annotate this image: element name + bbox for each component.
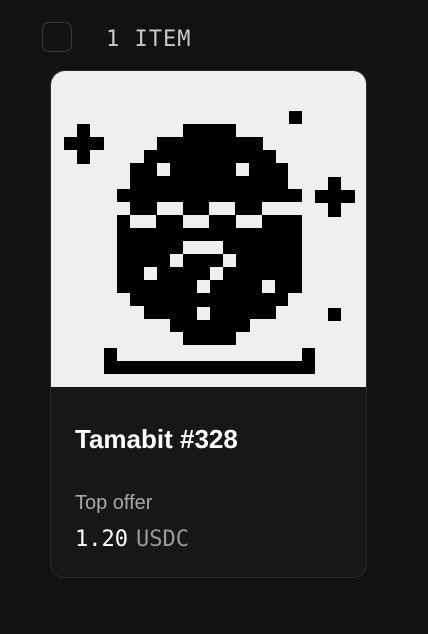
egg-highlight-pixel <box>157 202 183 215</box>
pixel-egg-question-icon <box>64 111 355 374</box>
egg-pixel-row <box>170 319 250 332</box>
egg-highlight-pixel <box>157 163 170 176</box>
egg-highlight-pixel <box>236 163 249 176</box>
price-value: 1.20 <box>75 527 128 552</box>
egg-highlight-pixel <box>262 280 275 293</box>
sparkle-dot-top-right <box>289 111 302 124</box>
egg-highlight-pixel <box>209 202 235 215</box>
egg-pixel-row <box>130 163 288 176</box>
egg-highlight-pixel <box>210 267 223 280</box>
egg-pixel-row <box>183 124 236 137</box>
egg-highlight-pixel <box>144 267 157 280</box>
egg-highlight-pixel <box>236 215 262 228</box>
egg-highlight-pixel <box>170 254 183 267</box>
nft-title: Tamabit #328 <box>75 424 238 454</box>
egg-highlight-pixel <box>130 215 156 228</box>
egg-pixel-row <box>117 189 302 202</box>
egg-pixel-row <box>130 293 288 306</box>
price-currency: USDC <box>135 527 189 552</box>
price-row: 1.20 USDC <box>75 526 189 554</box>
egg-highlight-pixel <box>183 215 209 228</box>
egg-pixel-row <box>117 228 302 241</box>
sparkle-left-horizontal <box>64 137 104 150</box>
egg-pixel-row <box>144 150 276 163</box>
egg-highlight-pixel <box>262 202 288 215</box>
item-count-label: 1 ITEM <box>106 27 192 52</box>
egg-pixel-row <box>117 254 302 267</box>
sparkle-right-horizontal <box>315 190 355 203</box>
nft-artwork <box>51 71 366 387</box>
nest-hollow <box>117 348 302 361</box>
egg-highlight-pixel <box>223 254 236 267</box>
egg-pixel-row <box>157 137 263 150</box>
select-checkbox[interactable] <box>42 22 72 52</box>
nft-card[interactable]: Tamabit #328 Top offer 1.20 USDC <box>50 70 367 578</box>
egg-highlight-pixel <box>197 280 210 293</box>
egg-highlight-pixel <box>197 307 210 320</box>
top-offer-label: Top offer <box>75 492 153 514</box>
sparkle-dot-bottom-right <box>328 308 341 321</box>
egg-highlight-pixel <box>183 241 223 254</box>
egg-pixel-row <box>183 332 236 345</box>
egg-pixel-row <box>130 176 288 189</box>
